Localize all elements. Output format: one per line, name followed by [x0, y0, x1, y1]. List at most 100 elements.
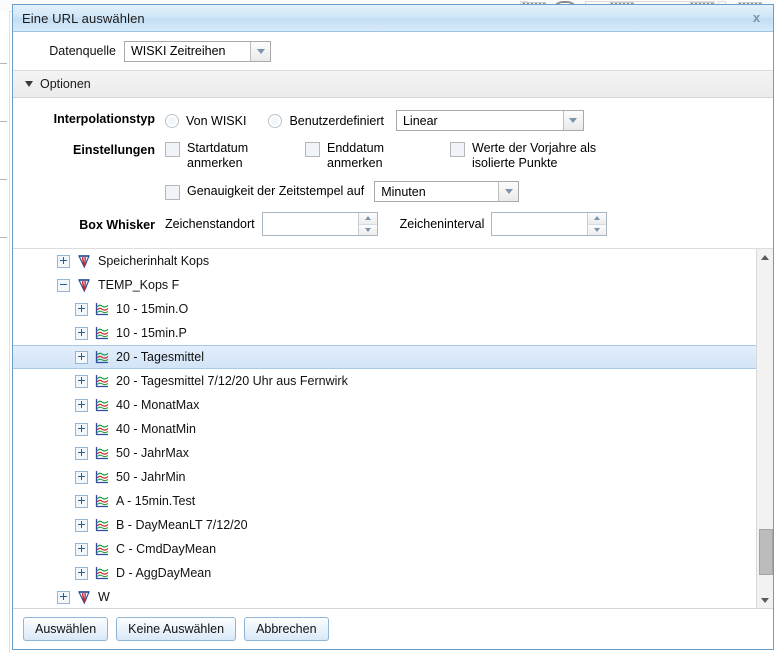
timeseries-icon	[94, 565, 110, 581]
zeichenintervall-stepper[interactable]	[491, 212, 608, 236]
radio-custom[interactable]: Benutzerdefiniert	[268, 113, 384, 128]
radio-from-wiski[interactable]: Von WISKI	[165, 113, 247, 128]
radio-icon[interactable]	[165, 113, 179, 128]
options-section-header[interactable]: Optionen	[13, 71, 773, 98]
options-header-label: Optionen	[40, 77, 91, 91]
tree-row[interactable]: C - CmdDayMean	[13, 537, 756, 561]
stepper-up-icon[interactable]	[358, 213, 377, 225]
expand-icon[interactable]	[75, 326, 88, 340]
tree-row-label: 10 - 15min.O	[116, 302, 189, 316]
radio-from-wiski-label: Von WISKI	[186, 113, 247, 128]
tree-row-label: A - 15min.Test	[116, 494, 196, 508]
checkbox-icon[interactable]	[165, 142, 180, 157]
tree-row-label: B - DayMeanLT 7/12/20	[116, 518, 248, 532]
chevron-down-icon[interactable]	[562, 111, 583, 130]
chevron-down-icon[interactable]	[250, 41, 270, 61]
tree-row[interactable]: 10 - 15min.P	[13, 321, 756, 345]
chevron-down-icon[interactable]	[498, 182, 519, 201]
tree-row[interactable]: 40 - MonatMin	[13, 417, 756, 441]
collapse-icon[interactable]	[57, 278, 70, 292]
tree-row[interactable]: 10 - 15min.O	[13, 297, 756, 321]
zeichenintervall-input[interactable]	[492, 213, 588, 235]
tree-row-label: D - AggDayMean	[116, 566, 212, 580]
checkbox-prioryears-label: Werte der Vorjahre als isolierte Punkte	[472, 141, 597, 170]
checkbox-precision[interactable]: Genauigkeit der Zeitstempel auf	[165, 184, 374, 200]
expand-icon[interactable]	[75, 302, 88, 316]
settings-row: Einstellungen Startdatum anmerken Enddat…	[13, 141, 773, 202]
tree-row[interactable]: 50 - JahrMin	[13, 465, 756, 489]
checkbox-icon[interactable]	[450, 142, 465, 157]
datasource-label: Datenquelle	[49, 44, 116, 58]
tree-row-label: 10 - 15min.P	[116, 326, 187, 340]
expand-icon[interactable]	[75, 518, 88, 532]
expand-icon[interactable]	[75, 494, 88, 508]
close-icon[interactable]: x	[748, 9, 765, 26]
timeseries-icon	[94, 325, 110, 341]
zeichenstandort-stepper[interactable]	[261, 212, 378, 236]
tree-row[interactable]: W	[13, 585, 756, 608]
tree-row-label: Speicherinhalt Kops	[98, 254, 210, 268]
tree-row[interactable]: 40 - MonatMax	[13, 393, 756, 417]
expand-icon[interactable]	[75, 422, 88, 436]
select-button[interactable]: Auswählen	[23, 617, 109, 641]
tree-row[interactable]: B - DayMeanLT 7/12/20	[13, 513, 756, 537]
interpolation-select[interactable]: Linear	[395, 110, 584, 131]
tree-row[interactable]: 20 - Tagesmittel 7/12/20 Uhr aus Fernwir…	[13, 369, 756, 393]
expand-icon[interactable]	[75, 374, 88, 388]
datasource-value: WISKI Zeitreihen	[131, 44, 226, 58]
tree-row[interactable]: D - AggDayMean	[13, 561, 756, 585]
timeseries-icon	[94, 469, 110, 485]
checkbox-icon[interactable]	[305, 142, 320, 157]
tree-row[interactable]: 50 - JahrMax	[13, 441, 756, 465]
select-url-dialog: Eine URL auswählen x Datenquelle WISKI Z…	[12, 4, 774, 650]
timeseries-tree: Speicherinhalt Kops TEMP_Kops F 10 - 15min…	[13, 249, 773, 608]
options-body: Interpolationstyp Von WISKI Benutzerdefi…	[13, 98, 773, 249]
expand-icon[interactable]	[75, 398, 88, 412]
stepper-down-icon[interactable]	[588, 224, 607, 235]
timeseries-icon	[94, 541, 110, 557]
expand-icon[interactable]	[75, 350, 88, 364]
precision-select[interactable]: Minuten	[374, 181, 520, 202]
checkbox-enddate[interactable]: Enddatum anmerken	[305, 141, 450, 171]
checkbox-prioryears[interactable]: Werte der Vorjahre als isolierte Punkte	[450, 141, 650, 171]
scroll-down-arrow-icon[interactable]	[757, 592, 773, 608]
interpolation-value: Linear	[402, 113, 438, 128]
tree-row[interactable]: Speicherinhalt Kops	[13, 249, 756, 273]
scroll-up-arrow-icon[interactable]	[757, 249, 773, 265]
checkbox-startdate-label: Startdatum anmerken	[187, 141, 249, 170]
tree-row[interactable]: 20 - Tagesmittel	[13, 345, 756, 369]
expand-icon[interactable]	[75, 446, 88, 460]
tree-row[interactable]: TEMP_Kops F	[13, 273, 756, 297]
zeichenstandort-input[interactable]	[262, 213, 358, 235]
tree-row[interactable]: A - 15min.Test	[13, 489, 756, 513]
tree-list[interactable]: Speicherinhalt Kops TEMP_Kops F 10 - 15min…	[13, 249, 756, 608]
radio-icon[interactable]	[268, 113, 283, 128]
expand-icon[interactable]	[57, 590, 70, 604]
expand-icon[interactable]	[75, 542, 88, 556]
checkbox-icon[interactable]	[165, 184, 180, 200]
tree-vertical-scrollbar[interactable]	[756, 249, 773, 608]
stepper-down-icon[interactable]	[358, 224, 377, 235]
cancel-button[interactable]: Abbrechen	[244, 617, 329, 641]
station-icon	[76, 277, 92, 293]
interpolation-row: Interpolationstyp Von WISKI Benutzerdefi…	[13, 110, 773, 131]
checkbox-startdate[interactable]: Startdatum anmerken	[165, 141, 305, 171]
boxwhisker-label: Box Whisker	[79, 218, 155, 232]
dialog-titlebar: Eine URL auswählen x	[13, 5, 773, 32]
datasource-select[interactable]: WISKI Zeitreihen	[124, 40, 271, 62]
tree-row-label: C - CmdDayMean	[116, 542, 217, 556]
scrollbar-thumb[interactable]	[759, 529, 773, 575]
expand-icon[interactable]	[75, 470, 88, 484]
deselect-button[interactable]: Keine Auswählen	[116, 617, 237, 641]
boxwhisker-row: Box Whisker Zeichenstandort Zeicheninter…	[13, 212, 773, 236]
tree-row-label: 20 - Tagesmittel 7/12/20 Uhr aus Fernwir…	[116, 374, 348, 388]
checkbox-enddate-label: Enddatum anmerken	[327, 141, 384, 170]
tree-row-label: 50 - JahrMax	[116, 446, 189, 460]
stepper-up-icon[interactable]	[588, 213, 607, 225]
tree-row-label: 20 - Tagesmittel	[116, 350, 205, 364]
zeichenstandort-label: Zeichenstandort	[165, 217, 255, 231]
expand-icon[interactable]	[57, 254, 70, 268]
timeseries-icon	[94, 349, 110, 365]
expand-icon[interactable]	[75, 566, 88, 580]
tree-row-label: W	[98, 590, 110, 604]
